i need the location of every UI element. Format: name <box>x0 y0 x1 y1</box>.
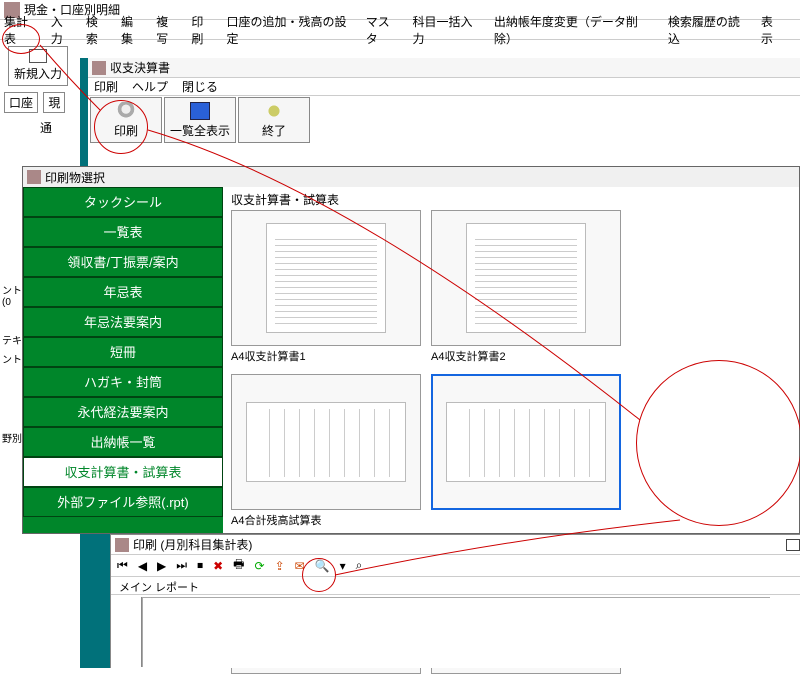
find-icon[interactable]: ⌕ <box>356 558 363 573</box>
cat-anniv[interactable]: 年忌表 <box>23 277 223 307</box>
list-icon <box>190 102 210 120</box>
thumb-label-1: A4収支計算書1 <box>231 348 421 364</box>
cat-receipt[interactable]: 領収書/丁振票/案内 <box>23 247 223 277</box>
nav-last-icon[interactable]: ⏭ <box>176 558 187 573</box>
frag-3: ント <box>0 349 24 368</box>
toolbar-listall-button[interactable]: 一覧全表示 <box>164 97 236 143</box>
print-icon[interactable]: 🖶 <box>233 555 244 576</box>
cat-eidai[interactable]: 永代経法要案内 <box>23 397 223 427</box>
preview-canvas <box>141 597 770 667</box>
report-toolbar: 印刷 一覧全表示 終了 <box>88 96 800 144</box>
left-column: 新規入力 口座 現 通 <box>0 40 80 136</box>
menu-view[interactable]: 表示 <box>761 13 784 47</box>
toolbar-print-button[interactable]: 印刷 <box>90 97 162 143</box>
cat-postcard[interactable]: ハガキ・封筒 <box>23 367 223 397</box>
menu-copy[interactable]: 複写 <box>156 13 179 47</box>
account-row: 口座 現 <box>4 92 76 113</box>
thumb-item-3[interactable]: A4合計残高試算表 <box>231 374 421 528</box>
preview-window-icon <box>115 538 129 552</box>
frag-1: ント (0 <box>0 280 24 310</box>
preview-toolbar: ⏮ ◀ ▶ ⏭ ⏹ ✖ 🖶 ⟳ ⇪ ✉ 🔍 ▾ ⌕ <box>111 555 800 577</box>
report-menu-print[interactable]: 印刷 <box>94 78 118 95</box>
menu-yearchange[interactable]: 出納帳年度変更（データ削除） <box>494 13 656 47</box>
menu-history[interactable]: 検索履歴の読込 <box>668 13 749 47</box>
menu-search[interactable]: 検索 <box>86 13 109 47</box>
menu-master[interactable]: マスタ <box>366 13 401 47</box>
preview-tab[interactable]: メイン レポート <box>111 577 800 595</box>
refresh-icon[interactable]: ⟳ <box>255 559 265 573</box>
side-fragments: ント (0 テキ ント 野別 <box>0 280 24 447</box>
toolbar-print-label: 印刷 <box>114 124 138 138</box>
menu-print[interactable]: 印刷 <box>191 13 214 47</box>
close-x-icon[interactable]: ✖ <box>213 559 223 573</box>
cat-list[interactable]: 一覧表 <box>23 217 223 247</box>
thumbnail-area: 収支計算書・試算表 A4収支計算書1 A4収支計算書2 A4合計残高試算表 <box>223 187 799 533</box>
cat-strip[interactable]: 短冊 <box>23 337 223 367</box>
nav-prev-icon[interactable]: ◀ <box>138 559 147 573</box>
zoom-dropdown-icon[interactable]: ▾ <box>340 559 346 573</box>
stop-icon[interactable]: ⏹ <box>197 558 203 573</box>
page-icon <box>29 49 47 63</box>
export-icon[interactable]: ⇪ <box>275 559 285 573</box>
thumb-item-2[interactable]: A4収支計算書2 <box>431 210 621 364</box>
report-menubar: 印刷 ヘルプ 閉じる <box>88 78 800 96</box>
nav-first-icon[interactable]: ⏮ <box>117 558 128 573</box>
menu-edit[interactable]: 編集 <box>121 13 144 47</box>
print-select-title: 印刷物選択 <box>45 169 105 186</box>
account-sub: 通 <box>0 119 80 136</box>
thumb-image-4 <box>431 374 621 510</box>
frag-4: 野別 <box>0 428 24 447</box>
cat-tackseal[interactable]: タックシール <box>23 187 223 217</box>
printer-icon <box>116 102 136 120</box>
thumb-image-1 <box>231 210 421 346</box>
main-menubar: 集計表 入力 検索 編集 複写 印刷 口座の追加・残高の設定 マスタ 科目一括入… <box>0 20 800 40</box>
menu-subjects[interactable]: 科目一括入力 <box>412 13 481 47</box>
zoom-icon[interactable]: 🔍 <box>315 559 330 573</box>
cat-external-rpt[interactable]: 外部ファイル参照(.rpt) <box>23 487 223 517</box>
new-input-label: 新規入力 <box>14 67 62 81</box>
menu-accounts[interactable]: 口座の追加・残高の設定 <box>227 13 354 47</box>
category-list: タックシール 一覧表 領収書/丁振票/案内 年忌表 年忌法要案内 短冊 ハガキ・… <box>23 187 223 533</box>
cat-balance-sheet[interactable]: 収支計算書・試算表 <box>23 457 223 487</box>
report-title: 収支決算書 <box>110 59 170 76</box>
toolbar-exit-label: 終了 <box>262 124 286 138</box>
report-menu-help[interactable]: ヘルプ <box>132 78 168 95</box>
preview-titlebar: 印刷 (月別科目集計表) <box>111 535 800 555</box>
print-select-icon <box>27 170 41 184</box>
thumb-section-title: 収支計算書・試算表 <box>231 191 791 208</box>
print-preview-window: 印刷 (月別科目集計表) ⏮ ◀ ▶ ⏭ ⏹ ✖ 🖶 ⟳ ⇪ ✉ 🔍 ▾ ⌕ メ… <box>110 534 800 668</box>
thumb-label-2: A4収支計算書2 <box>431 348 621 364</box>
exit-icon <box>264 102 284 120</box>
report-titlebar: 収支決算書 <box>88 58 800 78</box>
print-select-window: 印刷物選択 タックシール 一覧表 領収書/丁振票/案内 年忌表 年忌法要案内 短… <box>22 166 800 534</box>
thumb-label-3: A4合計残高試算表 <box>231 512 421 528</box>
cat-anniv-guide[interactable]: 年忌法要案内 <box>23 307 223 337</box>
report-window-icon <box>92 61 106 75</box>
account-label: 口座 <box>4 92 38 113</box>
thumb-image-2 <box>431 210 621 346</box>
toolbar-listall-label: 一覧全表示 <box>170 124 230 138</box>
frag-2: テキ <box>0 330 24 349</box>
thumb-item-1[interactable]: A4収支計算書1 <box>231 210 421 364</box>
mail-icon[interactable]: ✉ <box>295 559 305 573</box>
account-current[interactable]: 現 <box>43 92 65 113</box>
thumb-image-3 <box>231 374 421 510</box>
thumb-item-4[interactable] <box>431 374 621 528</box>
toolbar-exit-button[interactable]: 終了 <box>238 97 310 143</box>
maximize-button[interactable] <box>786 539 800 551</box>
new-input-button[interactable]: 新規入力 <box>8 46 68 86</box>
report-menu-close[interactable]: 閉じる <box>182 78 218 95</box>
print-select-titlebar: 印刷物選択 <box>23 167 799 187</box>
preview-title: 印刷 (月別科目集計表) <box>133 536 252 553</box>
nav-next-icon[interactable]: ▶ <box>157 559 166 573</box>
print-select-body: タックシール 一覧表 領収書/丁振票/案内 年忌表 年忌法要案内 短冊 ハガキ・… <box>23 187 799 533</box>
cat-cashbook[interactable]: 出納帳一覧 <box>23 427 223 457</box>
